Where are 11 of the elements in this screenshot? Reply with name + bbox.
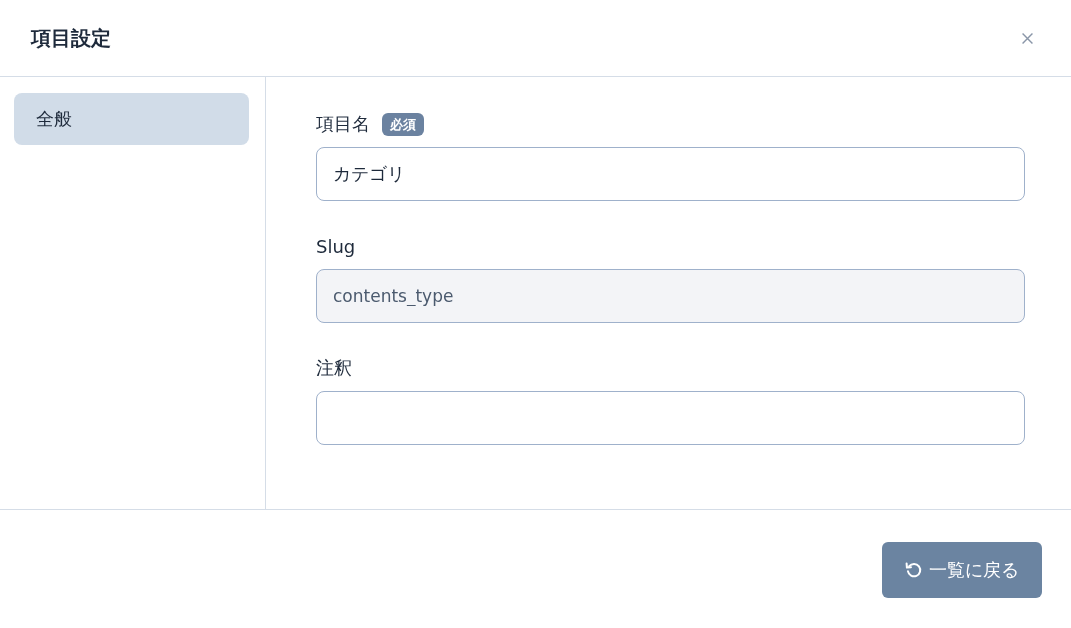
sidebar-item[interactable]: 全般 — [14, 93, 249, 145]
refresh-icon — [905, 561, 923, 579]
input-field[interactable] — [316, 391, 1025, 445]
input-field[interactable]: カテゴリ — [316, 147, 1025, 201]
field-label: 注釈 — [316, 356, 352, 380]
field-label: 項目名 — [316, 112, 370, 136]
required-badge: 必須 — [382, 112, 424, 136]
dialog-title: 項目設定 — [31, 24, 111, 52]
field-label: Slug — [316, 235, 356, 257]
back-button[interactable]: 一覧に戻る — [882, 542, 1042, 598]
close-icon[interactable] — [1022, 32, 1033, 44]
